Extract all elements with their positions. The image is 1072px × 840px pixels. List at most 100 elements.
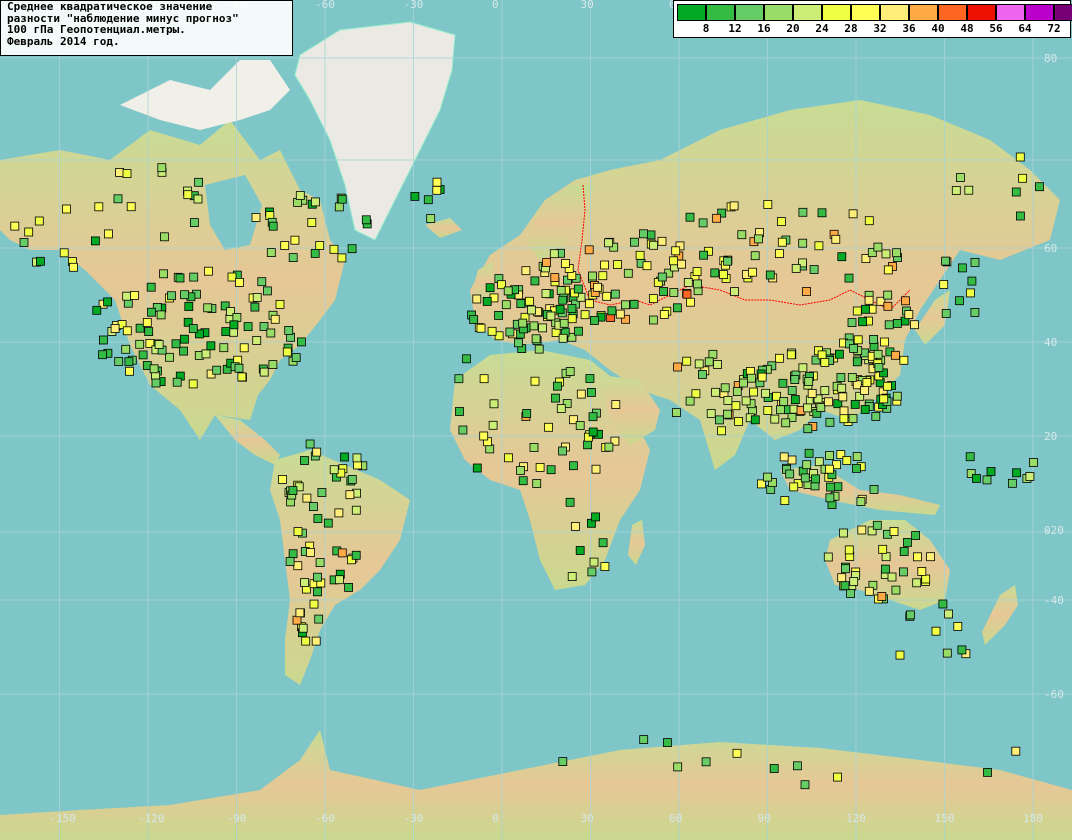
station-marker [903,538,912,547]
station-marker [669,256,678,266]
station-marker [686,297,695,307]
station-marker [1011,746,1021,756]
station-marker [288,253,298,263]
station-marker [19,238,29,247]
station-marker [873,242,883,252]
station-marker [266,328,276,338]
station-marker [351,505,361,515]
title-box: Среднее квадратическое значение разности… [0,0,293,56]
legend-label: 24 [815,22,829,35]
station-marker [892,248,901,258]
station-marker [535,462,545,472]
legend-label: 20 [786,22,800,35]
station-marker [550,273,560,283]
station-marker [747,373,756,383]
station-marker [839,528,848,538]
station-marker [167,291,176,301]
station-marker [514,338,523,348]
station-marker [154,340,164,349]
station-marker [809,265,819,274]
station-marker [710,268,720,278]
station-marker [964,185,974,195]
station-marker [361,215,371,225]
station-marker [673,362,682,372]
station-marker [573,284,583,294]
station-marker [516,299,526,309]
station-marker [698,369,707,379]
station-marker [706,409,716,418]
station-marker [778,378,788,388]
legend-label: 8 [702,22,710,35]
station-marker [941,256,950,266]
station-marker [309,599,319,609]
station-marker [800,473,810,483]
station-marker [682,356,692,366]
legend-swatch [967,4,996,21]
station-marker [292,615,302,625]
station-marker [673,303,682,313]
station-marker [639,735,649,744]
station-marker [567,572,577,581]
station-marker [159,269,169,279]
station-marker [516,465,525,475]
station-marker [798,238,808,248]
station-marker [530,376,540,386]
station-marker [544,422,553,432]
station-marker [485,283,495,293]
station-marker [685,396,695,406]
station-marker [849,577,859,586]
station-marker [525,296,534,306]
station-marker [115,167,124,177]
station-marker [347,474,357,484]
station-marker [941,309,951,318]
longitude-label: 90 [758,812,771,825]
station-marker [600,260,609,270]
station-marker [785,469,795,479]
station-marker [731,401,741,411]
station-marker [833,772,842,782]
longitude-label: 120 [846,812,866,825]
station-marker [853,335,863,345]
station-marker [138,350,148,360]
station-marker [600,562,610,571]
station-marker [315,558,325,567]
station-marker [334,575,344,585]
station-marker [860,386,869,395]
station-marker [92,305,102,315]
station-marker [522,408,532,418]
station-marker [295,608,305,618]
station-marker [793,761,802,771]
station-marker [779,397,789,406]
station-marker [110,324,120,333]
station-marker [587,567,597,577]
station-marker [476,323,486,333]
station-marker [729,201,739,211]
legend-label: 72 [1047,22,1061,35]
station-marker [852,452,862,462]
station-marker [826,482,835,492]
station-marker [1035,182,1044,192]
legend-swatches [677,4,1072,21]
station-marker [910,320,919,330]
station-marker [585,299,594,309]
station-marker [556,286,566,296]
station-marker [156,310,166,320]
station-marker [337,548,347,558]
station-marker [555,304,565,314]
station-marker [293,527,303,536]
station-marker [621,300,630,310]
station-marker [635,250,645,260]
station-marker [344,583,354,592]
station-marker [917,567,927,576]
station-marker [657,272,667,282]
station-marker [567,304,577,314]
station-marker [691,389,701,399]
station-marker [789,482,799,492]
station-marker [711,387,720,397]
longitude-label: -120 [138,812,165,825]
station-marker [883,290,893,300]
station-marker [871,411,881,421]
station-marker [280,241,290,250]
station-marker [184,302,194,311]
station-marker [598,538,608,548]
